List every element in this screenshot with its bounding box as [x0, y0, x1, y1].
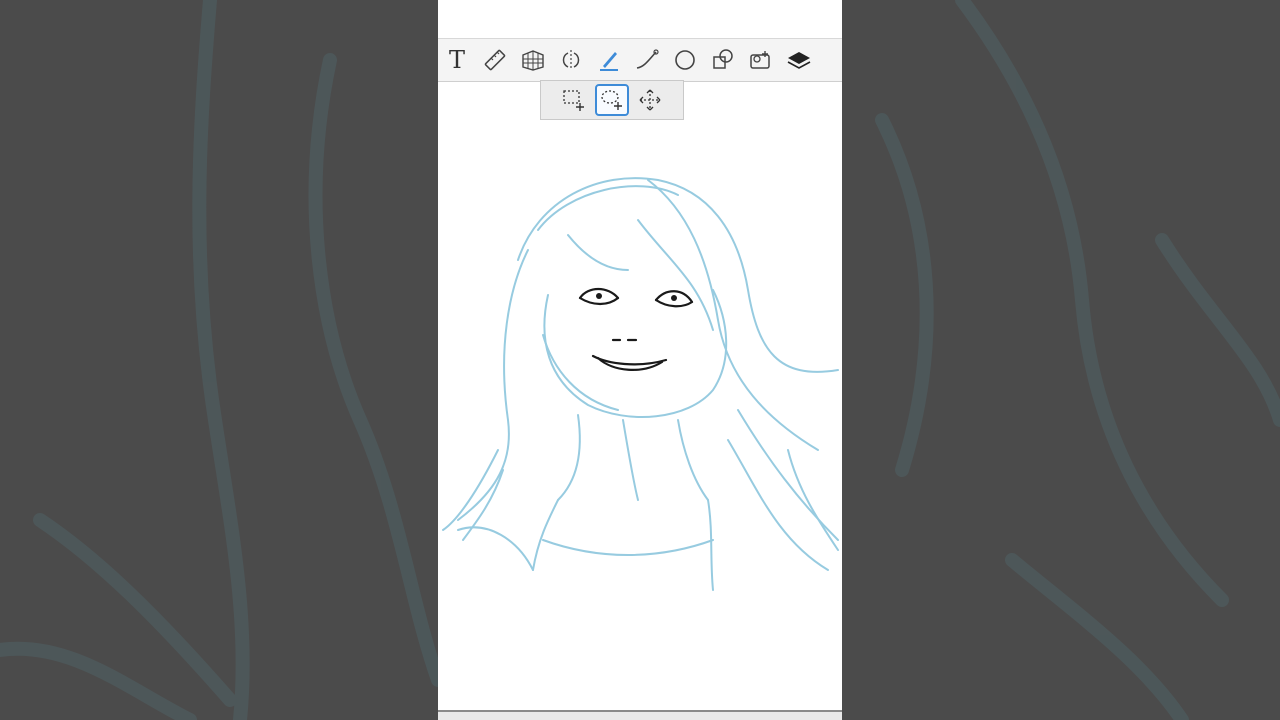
brush-tool-button[interactable] — [590, 41, 628, 79]
move-button[interactable] — [633, 84, 667, 116]
drawing-canvas[interactable] — [438, 120, 842, 710]
main-toolbar: T — [438, 38, 842, 82]
shapes-tool-button[interactable] — [704, 41, 742, 79]
lasso-select-icon — [601, 90, 622, 110]
brush-icon — [600, 52, 618, 71]
reference-tool-button[interactable] — [742, 41, 780, 79]
text-tool-button[interactable]: T — [438, 41, 476, 79]
perspective-tool-button[interactable] — [514, 41, 552, 79]
symmetry-icon — [562, 50, 580, 70]
selection-subtoolbar — [540, 80, 684, 120]
ellipse-icon — [675, 50, 695, 70]
sketch-drawing — [442, 177, 839, 591]
symmetry-tool-button[interactable] — [552, 41, 590, 79]
layers-icon — [787, 52, 811, 69]
app-screen: T — [438, 0, 842, 720]
reference-layer-icon — [750, 51, 770, 69]
ellipse-tool-button[interactable] — [666, 41, 704, 79]
text-icon: T — [448, 46, 465, 74]
lasso-select-button[interactable] — [595, 84, 629, 116]
bottom-edge-bar — [438, 710, 842, 720]
curve-icon — [636, 49, 659, 69]
left-blurred-background — [0, 0, 438, 720]
rectangle-select-icon — [563, 90, 584, 111]
ruler-tool-button[interactable] — [476, 41, 514, 79]
layers-tool-button[interactable] — [780, 41, 818, 79]
move-icon — [639, 89, 661, 111]
right-blurred-background — [842, 0, 1280, 720]
perspective-grid-icon — [522, 50, 544, 71]
curve-tool-button[interactable] — [628, 41, 666, 79]
shapes-icon — [713, 49, 733, 69]
ruler-icon — [484, 49, 506, 71]
rectangle-select-button[interactable] — [557, 84, 591, 116]
